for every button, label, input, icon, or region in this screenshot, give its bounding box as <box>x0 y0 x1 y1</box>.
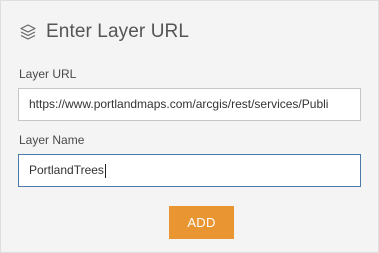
layer-url-value: https://www.portlandmaps.com/arcgis/rest… <box>29 97 329 111</box>
layer-url-label: Layer URL <box>19 67 77 81</box>
page-title: Enter Layer URL <box>46 21 190 42</box>
layer-name-value: PortlandTrees <box>29 163 104 177</box>
panel-header: Enter Layer URL <box>19 19 189 45</box>
add-button[interactable]: ADD <box>169 206 234 239</box>
layers-icon <box>19 23 37 41</box>
enter-layer-url-panel: Enter Layer URL Layer URL https://www.po… <box>0 0 379 253</box>
layer-name-input[interactable]: PortlandTrees <box>18 154 361 187</box>
layer-name-label: Layer Name <box>19 133 85 147</box>
layer-url-input[interactable]: https://www.portlandmaps.com/arcgis/rest… <box>18 88 361 121</box>
text-caret <box>104 163 106 178</box>
